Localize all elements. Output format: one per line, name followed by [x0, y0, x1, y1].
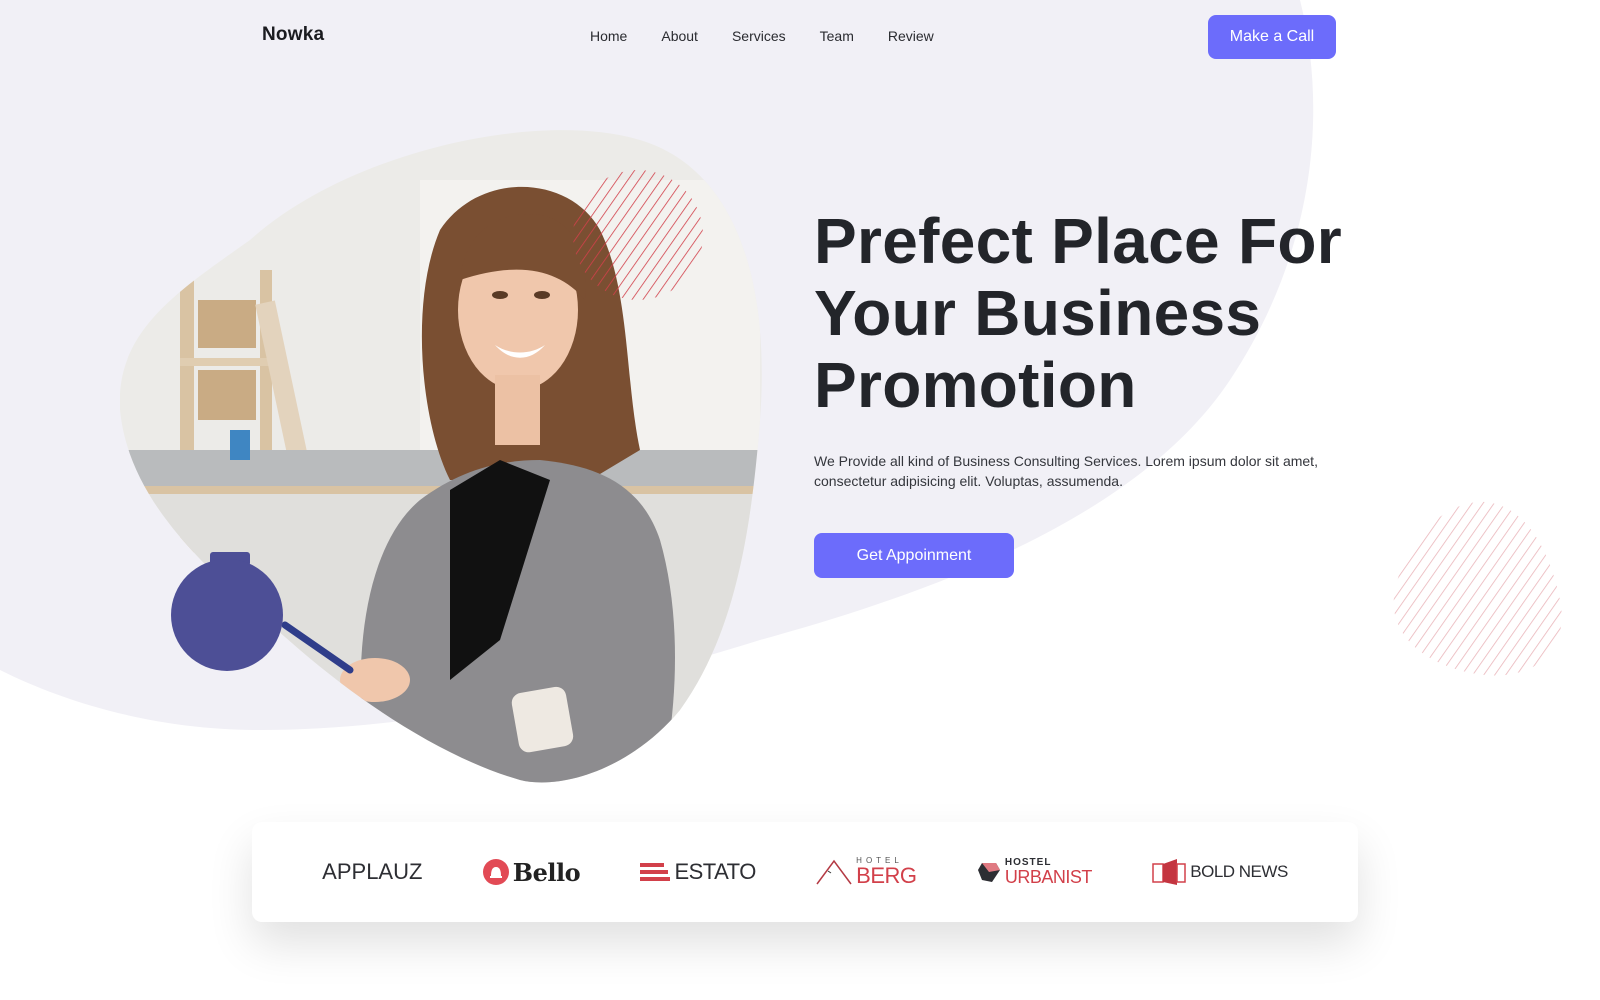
- make-a-call-button[interactable]: Make a Call: [1208, 15, 1336, 59]
- main-nav: Home About Services Team Review: [590, 28, 934, 44]
- hero-title-line: Promotion: [814, 349, 1137, 421]
- hatch-blob-decoration: [1393, 501, 1562, 676]
- hero-description: We Provide all kind of Business Consulti…: [814, 453, 1318, 489]
- brand-bold-news[interactable]: BOLD NEWS: [1152, 852, 1288, 892]
- get-appointment-button[interactable]: Get Appoinment: [814, 533, 1014, 578]
- hexagon-icon: [977, 863, 1000, 882]
- hero-title-line: Your Business: [814, 277, 1262, 349]
- brand-applauz[interactable]: APPLAUZ: [322, 852, 422, 892]
- brand-hotel-berg[interactable]: HOTEL BERG: [816, 852, 917, 892]
- brand-name: APPLAUZ: [322, 859, 423, 884]
- hero-title: Prefect Place For Your Business Promotio…: [814, 205, 1374, 421]
- stripes-icon: [640, 863, 671, 881]
- purple-circle-decoration: [171, 559, 283, 671]
- mountain-icon: [816, 859, 852, 885]
- hatch-circle-decoration: [573, 170, 703, 300]
- brand-name: ESTATO: [674, 859, 756, 884]
- hero-title-line: Prefect Place For: [814, 205, 1343, 277]
- brand-name: URBANIST: [1004, 867, 1093, 887]
- brand-logos-strip: APPLAUZ Bello ESTATO HOTEL BERG HOSTEL U…: [252, 822, 1358, 922]
- book-icon: [1152, 859, 1187, 885]
- nav-team[interactable]: Team: [820, 28, 854, 44]
- site-logo[interactable]: Nowka: [262, 24, 324, 46]
- brand-name: Bello: [512, 857, 581, 887]
- hero-image: [120, 130, 762, 783]
- brand-estato[interactable]: ESTATO: [640, 852, 756, 892]
- brand-name: BERG: [856, 863, 917, 888]
- site-header: Nowka Home About Services Team Review Ma…: [0, 0, 1600, 74]
- bell-icon: [482, 859, 509, 885]
- hero-content: Prefect Place For Your Business Promotio…: [814, 205, 1374, 578]
- nav-review[interactable]: Review: [888, 28, 934, 44]
- nav-home[interactable]: Home: [590, 28, 627, 44]
- brand-bello[interactable]: Bello: [482, 852, 581, 892]
- nav-services[interactable]: Services: [732, 28, 786, 44]
- brand-name: BOLD NEWS: [1190, 862, 1288, 881]
- brand-hostel-urbanist[interactable]: HOSTEL URBANIST: [977, 852, 1092, 892]
- nav-about[interactable]: About: [661, 28, 698, 44]
